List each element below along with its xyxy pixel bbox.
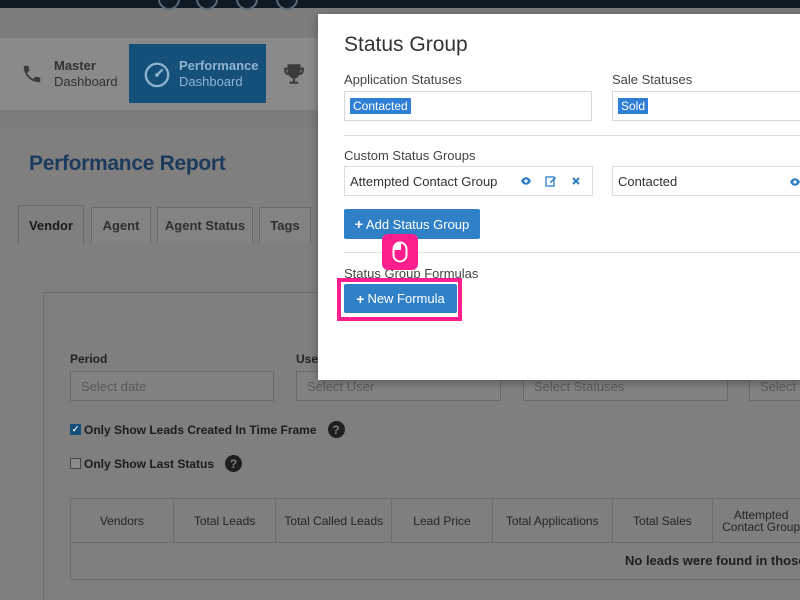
column-header[interactable]: Vendors — [71, 499, 174, 542]
application-statuses-label: Application Statuses — [344, 72, 462, 87]
nav-item-subtitle: Dashboard — [179, 73, 243, 89]
nav-performance-dashboard[interactable]: Performance Dashboard — [129, 44, 266, 103]
page-title: Performance Report — [29, 152, 226, 175]
nav-item-title: Master — [54, 57, 96, 73]
custom-groups-label: Custom Status Groups — [344, 148, 476, 163]
top-circle-icon — [158, 0, 180, 10]
delete-icon[interactable] — [570, 175, 582, 187]
only-created-checkbox[interactable]: ✓ — [70, 424, 81, 435]
custom-group-actions — [520, 175, 582, 187]
top-circle-icon — [236, 0, 258, 10]
table-header: Vendors Total Leads Total Called Leads L… — [71, 499, 800, 543]
table-body: No leads were found in those — [71, 543, 800, 579]
only-created-label: Only Show Leads Created In Time Frame — [84, 422, 317, 437]
column-header[interactable]: Attempted Contact Group — [713, 499, 800, 542]
status-group-modal: Status Group Application Statuses Contac… — [318, 14, 800, 380]
help-icon[interactable]: ? — [327, 421, 345, 438]
speedometer-icon — [143, 60, 171, 88]
eye-icon[interactable] — [520, 175, 532, 187]
sale-statuses-label: Sale Statuses — [612, 72, 693, 87]
custom-group-statuses: Contacted — [612, 166, 800, 196]
divider — [344, 135, 800, 136]
custom-group-item: Attempted Contact Group — [344, 166, 593, 196]
only-created-option: ✓ Only Show Leads Created In Time Frame … — [70, 421, 345, 438]
only-last-status-label: Only Show Last Status — [84, 456, 215, 471]
column-header[interactable]: Total Sales — [613, 499, 714, 542]
tab-tags[interactable]: Tags — [259, 207, 311, 243]
plus-icon: + — [354, 216, 363, 232]
period-label: Period — [70, 352, 108, 366]
tab-vendor[interactable]: Vendor — [18, 205, 84, 245]
only-last-status-option: Only Show Last Status ? — [70, 455, 243, 472]
empty-message: No leads were found in those — [625, 553, 800, 568]
modal-title: Status Group — [344, 33, 468, 56]
top-bar — [0, 0, 800, 10]
phone-icon — [18, 60, 46, 88]
nav-item-subtitle: Dashboard — [54, 73, 118, 89]
help-icon[interactable]: ? — [225, 455, 243, 472]
nav-master-dashboard[interactable]: Master Dashboard — [4, 44, 128, 103]
application-statuses-field[interactable]: Contacted — [344, 91, 592, 121]
edit-icon[interactable] — [545, 175, 557, 187]
eye-icon[interactable] — [789, 176, 800, 188]
top-circle-icon — [276, 0, 298, 10]
only-last-status-checkbox[interactable] — [70, 458, 81, 469]
tab-agent-status[interactable]: Agent Status — [157, 207, 253, 243]
nav-leaderboard[interactable] — [266, 44, 318, 103]
tab-agent[interactable]: Agent — [91, 207, 151, 243]
top-circle-icon — [196, 0, 218, 10]
click-target-highlight — [337, 278, 462, 321]
sale-statuses-field[interactable]: Sold — [612, 91, 800, 121]
custom-group-status-value: Contacted — [618, 173, 678, 189]
results-table: Vendors Total Leads Total Called Leads L… — [70, 498, 800, 580]
column-header[interactable]: Total Applications — [493, 499, 613, 542]
custom-group-name: Attempted Contact Group — [350, 173, 498, 189]
period-input[interactable]: Select date — [70, 371, 274, 401]
mouse-click-icon — [382, 234, 418, 270]
column-header[interactable]: Lead Price — [392, 499, 493, 542]
column-header[interactable]: Total Called Leads — [276, 499, 393, 542]
selected-status-chip: Contacted — [350, 98, 411, 114]
nav-item-title: Performance — [179, 57, 259, 73]
selected-status-chip: Sold — [618, 98, 649, 114]
add-status-group-label: Add Status Group — [365, 216, 470, 232]
column-header[interactable]: Total Leads — [174, 499, 277, 542]
trophy-icon — [280, 60, 308, 88]
